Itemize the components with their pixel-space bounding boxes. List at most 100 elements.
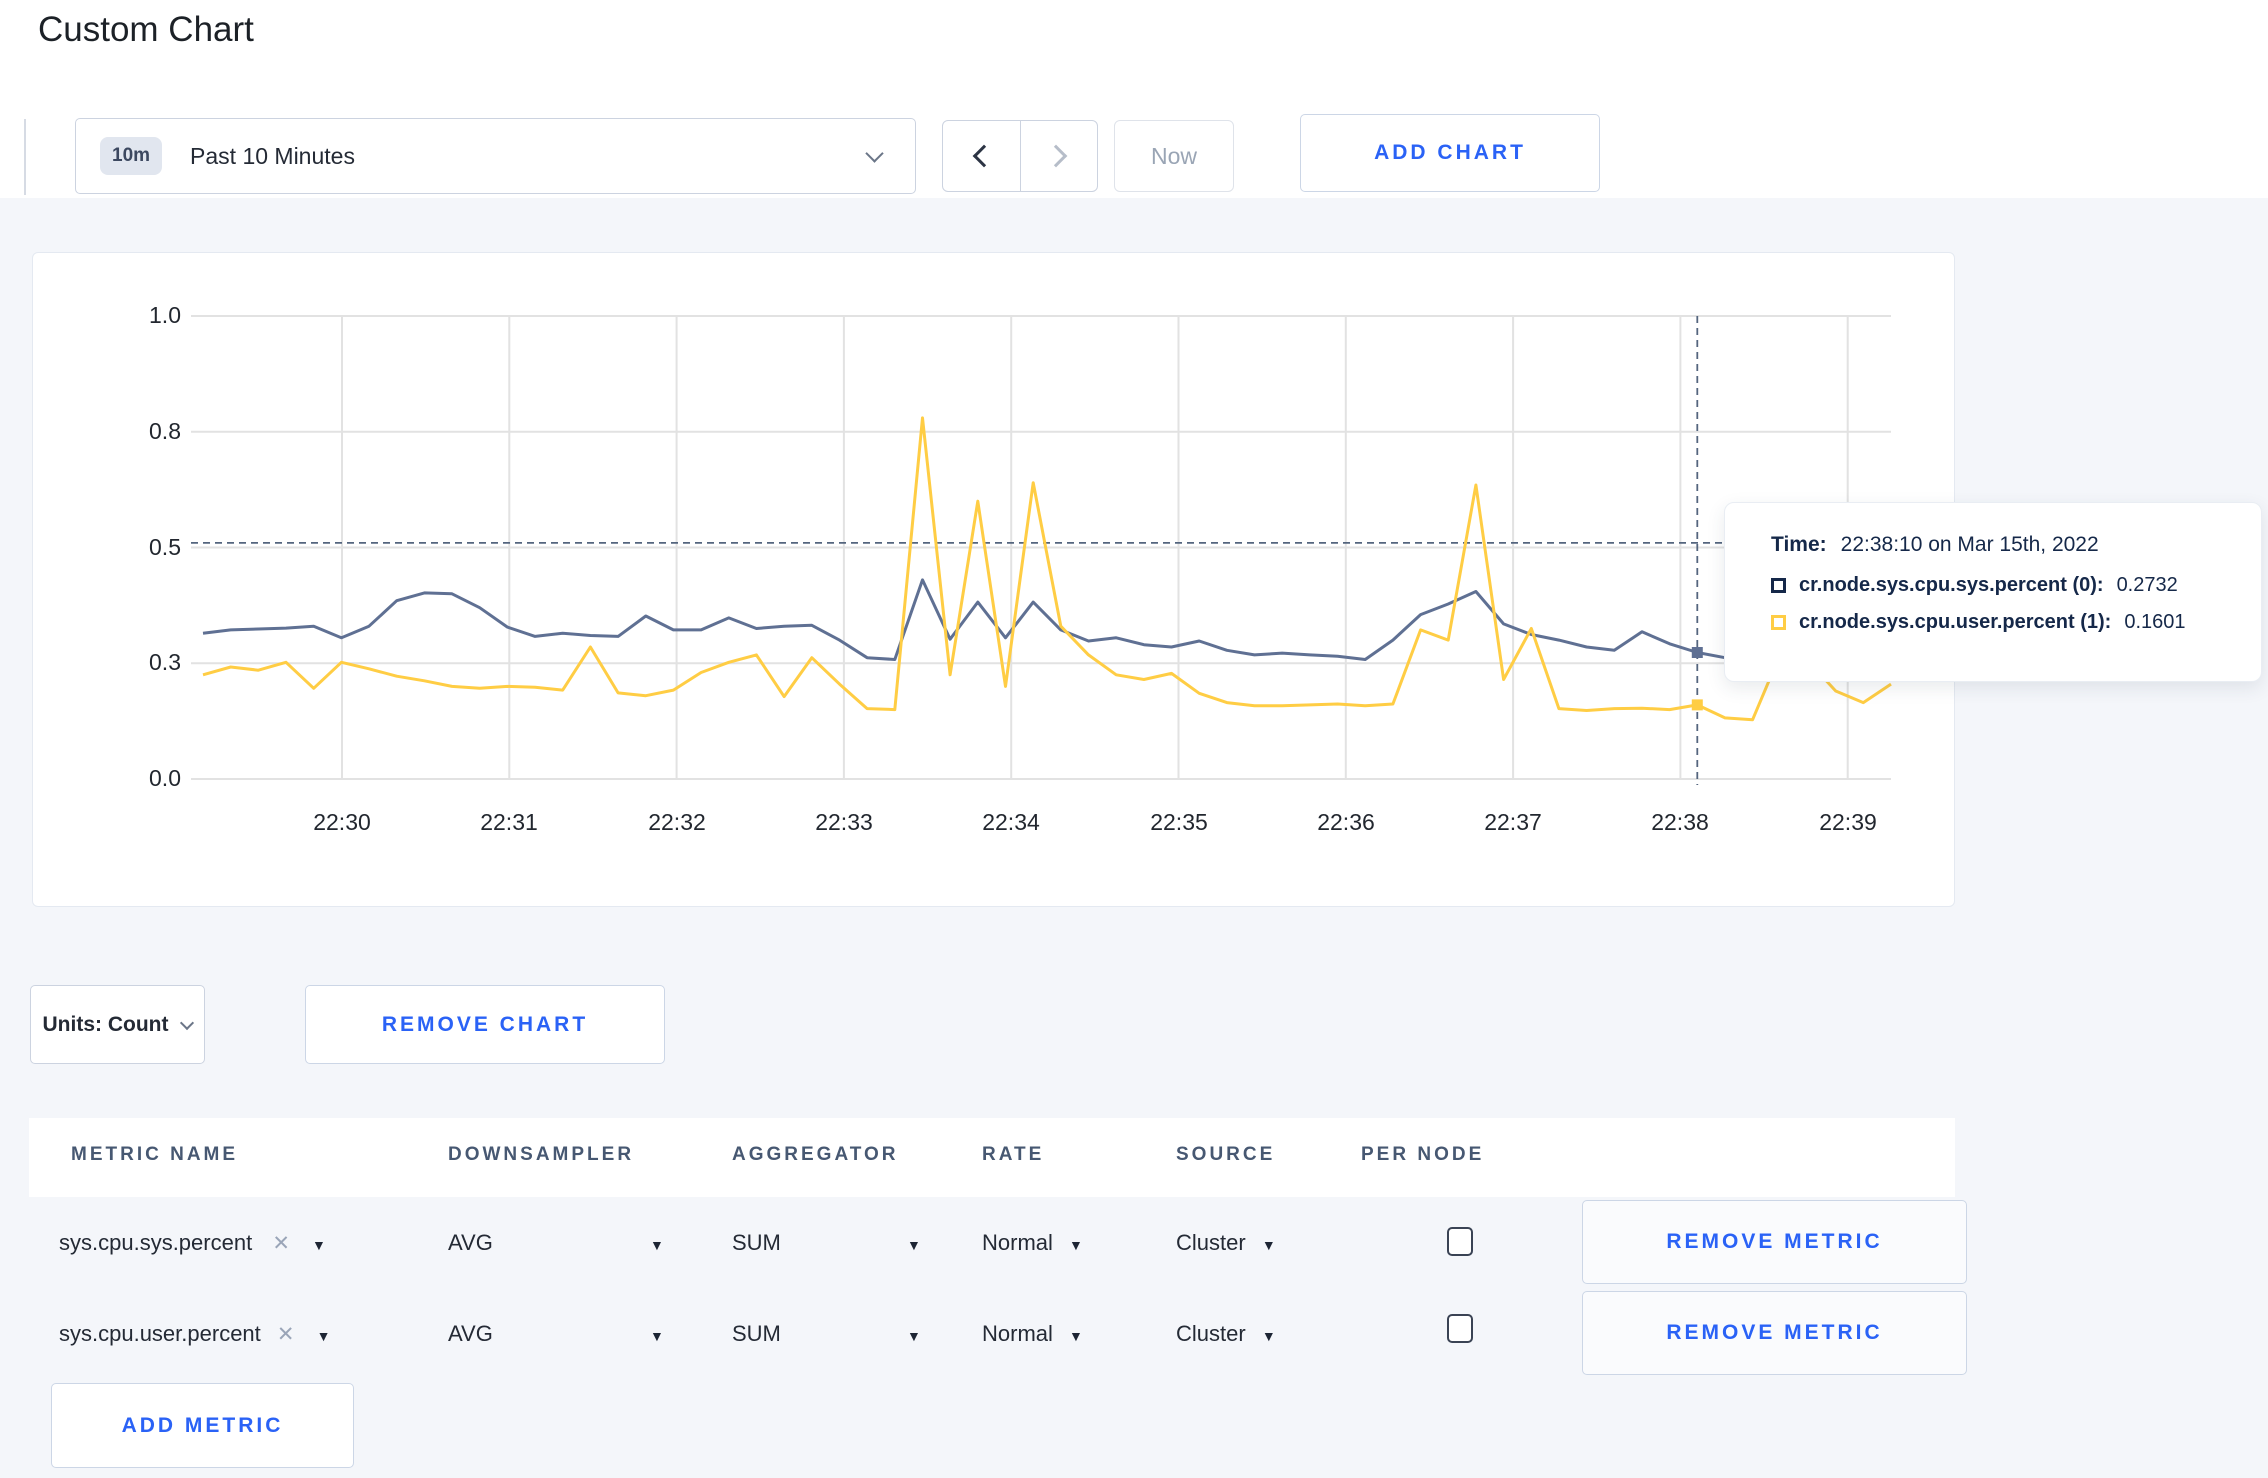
remove-chart-label: REMOVE CHART bbox=[381, 1012, 589, 1036]
source-select[interactable]: Cluster ▼ bbox=[1176, 1230, 1276, 1256]
aggregator-select[interactable]: SUM bbox=[732, 1321, 781, 1347]
add-chart-label: ADD CHART bbox=[1374, 141, 1526, 164]
y-tick-label: 0.5 bbox=[149, 533, 181, 560]
tooltip-series-label: cr.node.sys.cpu.sys.percent (0): bbox=[1799, 574, 2104, 596]
y-tick-label: 1.0 bbox=[149, 301, 181, 328]
add-chart-button[interactable]: ADD CHART bbox=[1300, 114, 1600, 192]
time-range-label: Past 10 Minutes bbox=[190, 142, 355, 169]
chevron-down-icon bbox=[865, 144, 884, 163]
dropdown-caret-icon: ▼ bbox=[907, 1327, 921, 1344]
units-select[interactable]: Units: Count bbox=[30, 985, 205, 1064]
column-header-aggregator: AGGREGATOR bbox=[732, 1144, 899, 1165]
time-range-select[interactable]: 10m Past 10 Minutes bbox=[75, 118, 916, 194]
series-swatch-user-icon bbox=[1771, 615, 1786, 630]
x-tick-label: 22:32 bbox=[648, 809, 706, 835]
tooltip-series-label: cr.node.sys.cpu.user.percent (1): bbox=[1799, 611, 2112, 633]
clear-metric-icon[interactable]: ✕ bbox=[272, 1232, 290, 1255]
x-tick-label: 22:38 bbox=[1651, 809, 1709, 835]
add-metric-label: ADD METRIC bbox=[121, 1413, 284, 1437]
x-tick-label: 22:36 bbox=[1317, 809, 1375, 835]
column-header-rate: RATE bbox=[982, 1144, 1045, 1165]
x-tick-label: 22:34 bbox=[982, 809, 1040, 835]
per-node-checkbox[interactable] bbox=[1447, 1314, 1473, 1343]
x-tick-label: 22:31 bbox=[480, 809, 538, 835]
now-button-label: Now bbox=[1150, 142, 1197, 169]
downsampler-caret[interactable]: ▼ bbox=[650, 1321, 664, 1347]
x-tick-label: 22:37 bbox=[1484, 809, 1542, 835]
dropdown-caret-icon: ▼ bbox=[1069, 1327, 1083, 1344]
clear-metric-icon[interactable]: ✕ bbox=[277, 1323, 295, 1346]
dropdown-caret-icon: ▼ bbox=[316, 1327, 331, 1344]
rate-value: Normal bbox=[982, 1320, 1053, 1346]
y-tick-label: 0.8 bbox=[149, 417, 181, 444]
remove-metric-label: REMOVE METRIC bbox=[1666, 1321, 1883, 1344]
dropdown-caret-icon: ▼ bbox=[312, 1236, 326, 1253]
column-header-source: SOURCE bbox=[1176, 1144, 1276, 1165]
dropdown-caret-icon: ▼ bbox=[907, 1236, 921, 1253]
page-title: Custom Chart bbox=[38, 10, 254, 49]
dropdown-caret-icon: ▼ bbox=[1069, 1236, 1083, 1253]
metric-row: sys.cpu.sys.percent ✕ ▼ AVG ▼ SUM ▼ Norm… bbox=[29, 1197, 1967, 1288]
time-back-button[interactable] bbox=[943, 121, 1020, 191]
aggregator-value: SUM bbox=[732, 1320, 781, 1346]
units-select-label: Units: Count bbox=[42, 1012, 169, 1036]
chevron-down-icon bbox=[180, 1015, 195, 1030]
metric-name-select[interactable]: sys.cpu.sys.percent ✕ ▼ bbox=[59, 1230, 326, 1256]
x-tick-label: 22:35 bbox=[1150, 809, 1208, 835]
add-metric-button[interactable]: ADD METRIC bbox=[51, 1383, 354, 1468]
dropdown-caret-icon: ▼ bbox=[1261, 1236, 1276, 1253]
tooltip-time-label: Time: bbox=[1771, 533, 1827, 556]
downsampler-select[interactable]: AVG bbox=[448, 1230, 493, 1256]
column-header-metric-name: METRIC NAME bbox=[71, 1144, 239, 1165]
aggregator-caret[interactable]: ▼ bbox=[907, 1230, 921, 1256]
downsampler-value: AVG bbox=[448, 1320, 493, 1346]
tooltip-time-value: 22:38:10 on Mar 15th, 2022 bbox=[1840, 533, 2099, 556]
column-header-per-node: PER NODE bbox=[1361, 1144, 1485, 1165]
time-nav-group bbox=[942, 120, 1098, 192]
aggregator-select[interactable]: SUM bbox=[732, 1230, 781, 1256]
metrics-table-header: METRIC NAME DOWNSAMPLER AGGREGATOR RATE … bbox=[29, 1118, 1955, 1197]
aggregator-caret[interactable]: ▼ bbox=[907, 1321, 921, 1347]
x-tick-label: 22:39 bbox=[1819, 809, 1877, 835]
downsampler-caret[interactable]: ▼ bbox=[650, 1230, 664, 1256]
rate-select[interactable]: Normal ▼ bbox=[982, 1230, 1083, 1256]
metric-name-select[interactable]: sys.cpu.user.percent ✕ ▼ bbox=[59, 1321, 331, 1347]
time-forward-button[interactable] bbox=[1019, 121, 1098, 191]
per-node-checkbox[interactable] bbox=[1447, 1227, 1473, 1256]
tooltip-series-value: 0.1601 bbox=[2124, 611, 2186, 633]
chart-hover-tooltip: Time: 22:38:10 on Mar 15th, 2022 cr.node.… bbox=[1724, 502, 2262, 682]
chevron-right-icon bbox=[1044, 144, 1068, 168]
tooltip-series-value: 0.2732 bbox=[2116, 574, 2178, 596]
rate-value: Normal bbox=[982, 1229, 1053, 1255]
dropdown-caret-icon: ▼ bbox=[650, 1327, 664, 1344]
source-value: Cluster bbox=[1176, 1229, 1246, 1255]
column-header-downsampler: DOWNSAMPLER bbox=[448, 1144, 635, 1165]
remove-metric-button[interactable]: REMOVE METRIC bbox=[1582, 1291, 1967, 1375]
remove-metric-button[interactable]: REMOVE METRIC bbox=[1582, 1200, 1967, 1284]
aggregator-value: SUM bbox=[732, 1229, 781, 1255]
custom-chart-card: 1.0 0.8 0.5 0.3 0.0 22:30 22:31 22:32 22… bbox=[32, 252, 1955, 907]
rate-select[interactable]: Normal ▼ bbox=[982, 1321, 1083, 1347]
x-tick-label: 22:33 bbox=[815, 809, 873, 835]
dropdown-caret-icon: ▼ bbox=[1261, 1327, 1276, 1344]
remove-metric-label: REMOVE METRIC bbox=[1666, 1230, 1883, 1253]
y-tick-label: 0.0 bbox=[149, 764, 181, 791]
metric-row: sys.cpu.user.percent ✕ ▼ AVG ▼ SUM ▼ Nor… bbox=[29, 1288, 1967, 1379]
downsampler-select[interactable]: AVG bbox=[448, 1321, 493, 1347]
metric-name-value: sys.cpu.sys.percent bbox=[59, 1229, 253, 1255]
source-value: Cluster bbox=[1176, 1320, 1246, 1346]
now-button[interactable]: Now bbox=[1114, 120, 1234, 192]
x-tick-label: 22:30 bbox=[313, 809, 371, 835]
line-chart[interactable] bbox=[33, 253, 1953, 905]
remove-chart-button[interactable]: REMOVE CHART bbox=[305, 985, 665, 1064]
dropdown-caret-icon: ▼ bbox=[650, 1236, 664, 1253]
toolbar-divider bbox=[24, 119, 26, 195]
downsampler-value: AVG bbox=[448, 1229, 493, 1255]
time-range-badge: 10m bbox=[100, 137, 163, 175]
y-tick-label: 0.3 bbox=[149, 648, 181, 675]
page-header: Custom Chart 10m Past 10 Minutes Now ADD… bbox=[0, 0, 2268, 198]
chevron-left-icon bbox=[972, 144, 996, 168]
series-swatch-sys-icon bbox=[1771, 578, 1786, 593]
source-select[interactable]: Cluster ▼ bbox=[1176, 1321, 1276, 1347]
metric-name-value: sys.cpu.user.percent bbox=[59, 1320, 261, 1346]
